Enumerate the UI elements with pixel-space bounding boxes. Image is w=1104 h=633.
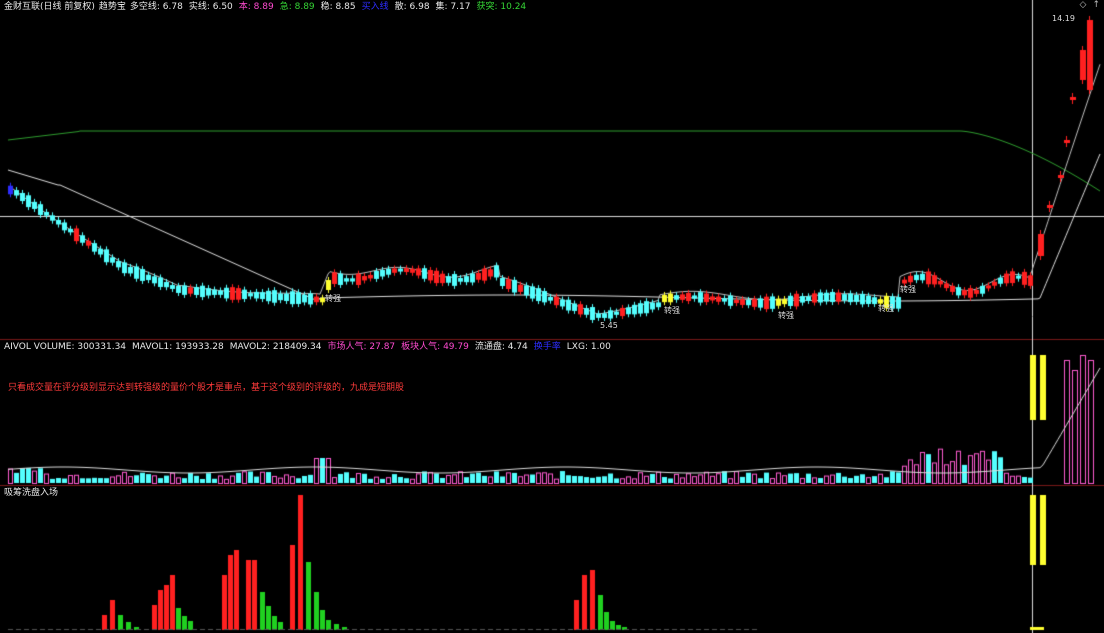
turn-strong-label: 转强: [900, 285, 916, 294]
header-item-6: 散: 6.98: [394, 2, 430, 12]
header-item-0: 多空线: 6.78: [129, 2, 183, 12]
arrow-icon[interactable]: ↑: [1092, 0, 1100, 10]
header-item-4: 稳: 8.85: [320, 2, 356, 12]
capital-title: 吸筹洗盘入场: [4, 488, 59, 498]
price-indicator-bar: 金财互联(日线 前复权) 趋势宝 多空线: 6.78 实线: 6.50 本: 8.8…: [0, 1, 526, 13]
high-price-label: 14.19: [1052, 14, 1075, 23]
volume-item-7: LXG: 1.00: [566, 342, 611, 352]
header-item-5: 买入线: [361, 2, 389, 12]
diamond-icon[interactable]: ◇: [1080, 0, 1087, 10]
volume-item-2: MAVOL2: 218409.34: [229, 342, 322, 352]
turn-strong-label: 转强: [878, 304, 894, 313]
turn-strong-label: 转强: [664, 306, 680, 315]
header-item-8: 获突: 10.24: [476, 2, 527, 12]
indicator-name[interactable]: 趋势宝: [99, 1, 126, 13]
volume-item-1: MAVOL1: 193933.28: [132, 342, 224, 352]
header-item-7: 集: 7.17: [435, 2, 471, 12]
volume-item-5: 流通盘: 4.74: [474, 342, 528, 352]
stock-chart-canvas[interactable]: [0, 0, 1104, 633]
right-toolbar: ◇ ↑: [1080, 0, 1100, 10]
low-price-label: 5.45: [600, 321, 618, 330]
volume-item-3: 市场人气: 27.87: [327, 342, 396, 352]
header-item-1: 实线: 6.50: [188, 2, 233, 12]
turn-strong-label: 转强: [778, 311, 794, 320]
volume-item-0: AIVOL VOLUME: 300331.34: [4, 342, 127, 352]
capital-indicator-bar: 吸筹洗盘入场: [0, 487, 58, 499]
volume-indicator-bar: AIVOL VOLUME: 300331.34 MAVOL1: 193933.28…: [0, 341, 611, 353]
header-item-2: 本: 8.89: [238, 2, 274, 12]
header-item-3: 急: 8.89: [279, 2, 315, 12]
volume-item-4: 板块人气: 49.79: [401, 342, 469, 352]
volume-item-6: 换手率: [533, 342, 561, 352]
stock-title[interactable]: 金财互联(日线 前复权): [4, 1, 95, 13]
volume-note: 只看成交量在评分级别显示达到转强级的量价个股才是重点，基于这个级别的评级的，九成…: [8, 383, 405, 393]
turn-strong-label: 转强: [325, 294, 341, 303]
